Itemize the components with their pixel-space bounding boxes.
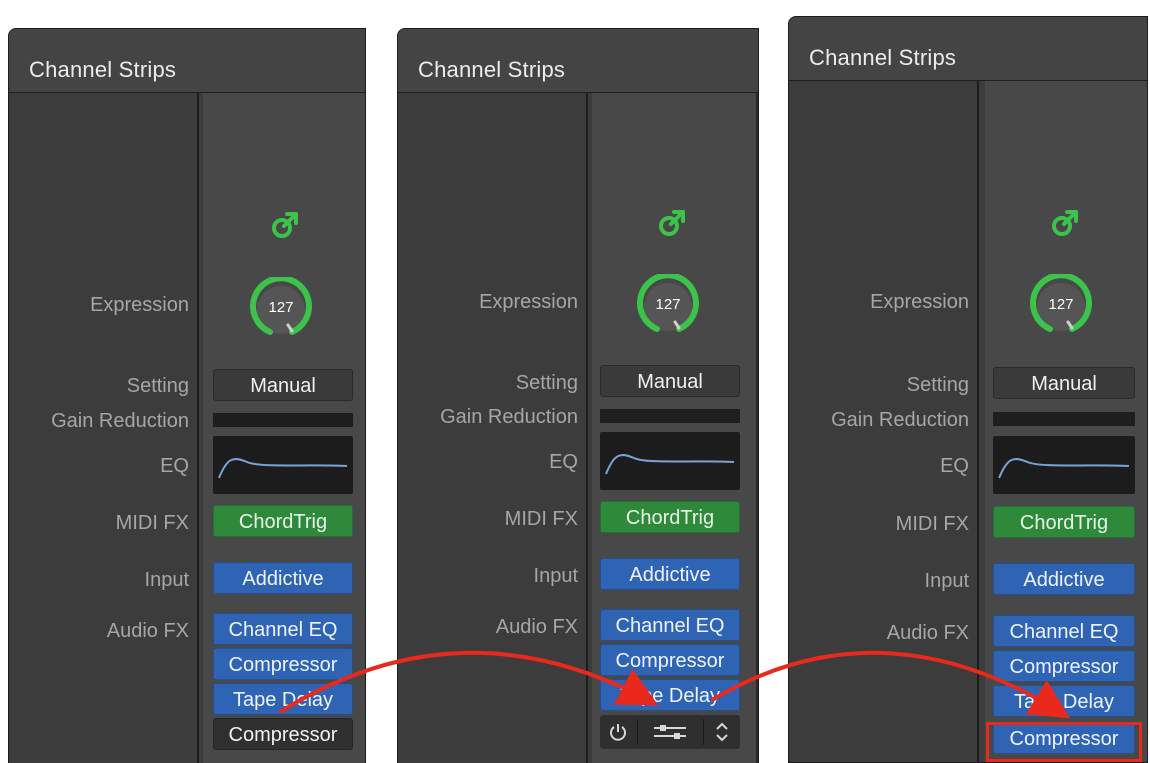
channel-strip: 127 Manual ChordTrig Addictive Channel E… <box>203 93 365 763</box>
label-audio-fx: Audio FX <box>886 622 969 644</box>
label-gain-reduction: Gain Reduction <box>440 406 578 428</box>
channel-strips-panel-3: Channel Strips Expression Setting Gain R… <box>788 16 1148 763</box>
input-slot[interactable]: Addictive <box>213 562 353 594</box>
audio-fx-slot-1[interactable]: Channel EQ <box>993 615 1135 647</box>
label-audio-fx: Audio FX <box>495 616 578 638</box>
label-gain-reduction: Gain Reduction <box>831 409 969 431</box>
label-setting: Setting <box>906 374 969 396</box>
setting-button[interactable]: Manual <box>993 367 1135 399</box>
label-eq: EQ <box>160 455 189 477</box>
channel-strips-panel-1: Channel Strips Expression Setting Gain R… <box>8 28 366 763</box>
label-input: Input <box>533 565 578 587</box>
input-slot[interactable]: Addictive <box>993 563 1135 595</box>
label-midi-fx: MIDI FX <box>504 508 578 530</box>
panel-title-bar: Channel Strips <box>9 29 365 93</box>
dragged-plugin-slot[interactable]: Compressor <box>213 718 353 750</box>
eq-thumbnail[interactable] <box>993 436 1135 494</box>
label-setting: Setting <box>515 372 578 394</box>
midi-fx-slot[interactable]: ChordTrig <box>600 501 740 533</box>
eq-curve <box>605 454 735 475</box>
label-column: Expression Setting Gain Reduction EQ MID… <box>9 93 199 763</box>
setting-button[interactable]: Manual <box>600 365 740 397</box>
input-output-arrow-icon[interactable] <box>654 205 690 241</box>
label-input: Input <box>144 569 189 591</box>
panel-title: Channel Strips <box>29 57 177 82</box>
eq-curve <box>998 458 1129 479</box>
label-setting: Setting <box>126 375 189 397</box>
input-slot[interactable]: Addictive <box>600 558 740 590</box>
up-down-chevron-icon[interactable] <box>704 715 740 749</box>
eq-thumbnail[interactable] <box>600 432 740 490</box>
label-column: Expression Setting Gain Reduction EQ MID… <box>789 81 979 762</box>
expression-value: 127 <box>268 299 294 316</box>
panel-title-bar: Channel Strips <box>789 17 1147 81</box>
midi-fx-slot[interactable]: ChordTrig <box>213 505 353 537</box>
expression-knob[interactable]: 127 <box>635 272 701 340</box>
gain-reduction-meter <box>993 412 1135 426</box>
label-audio-fx: Audio FX <box>106 620 189 642</box>
new-slot-highlight <box>986 722 1142 762</box>
strip-edge <box>756 93 758 763</box>
label-expression: Expression <box>870 291 969 313</box>
input-output-arrow-icon[interactable] <box>267 207 303 243</box>
input-output-arrow-icon[interactable] <box>1047 205 1083 241</box>
label-midi-fx: MIDI FX <box>115 512 189 534</box>
panel-title: Channel Strips <box>809 45 957 70</box>
channel-strip: 127 Manual ChordTrig Addictive Channel E… <box>592 93 756 763</box>
panel-title: Channel Strips <box>418 57 566 82</box>
label-gain-reduction: Gain Reduction <box>51 410 189 432</box>
audio-fx-slot-3[interactable]: Tape Delay <box>993 685 1135 717</box>
setting-button[interactable]: Manual <box>213 369 353 401</box>
eq-curve <box>218 458 348 479</box>
channel-strips-panel-2: Channel Strips Expression Setting Gain R… <box>397 28 759 763</box>
expression-knob[interactable]: 127 <box>248 275 314 343</box>
audio-fx-slot-2[interactable]: Compressor <box>600 644 740 676</box>
audio-fx-slot-1[interactable]: Channel EQ <box>600 609 740 641</box>
label-expression: Expression <box>90 294 189 316</box>
gain-reduction-meter <box>213 413 353 427</box>
label-midi-fx: MIDI FX <box>895 513 969 535</box>
label-column: Expression Setting Gain Reduction EQ MID… <box>398 93 588 763</box>
audio-fx-slot-3[interactable]: Tape Delay <box>600 679 740 711</box>
sliders-icon[interactable] <box>638 715 702 749</box>
eq-thumbnail[interactable] <box>213 436 353 494</box>
audio-fx-slot-3[interactable]: Tape Delay <box>213 683 353 715</box>
plugin-slot-controls <box>600 715 740 749</box>
gain-reduction-meter <box>600 409 740 423</box>
channel-strip: 127 Manual ChordTrig Addictive Channel E… <box>985 81 1147 762</box>
audio-fx-slot-1[interactable]: Channel EQ <box>213 613 353 645</box>
expression-knob[interactable]: 127 <box>1028 272 1094 340</box>
expression-value: 127 <box>1048 296 1074 313</box>
power-icon[interactable] <box>600 715 636 749</box>
audio-fx-slot-2[interactable]: Compressor <box>993 650 1135 682</box>
label-eq: EQ <box>940 455 969 477</box>
panel-title-bar: Channel Strips <box>398 29 758 93</box>
expression-value: 127 <box>655 296 681 313</box>
label-eq: EQ <box>549 451 578 473</box>
midi-fx-slot[interactable]: ChordTrig <box>993 506 1135 538</box>
audio-fx-slot-2[interactable]: Compressor <box>213 648 353 680</box>
label-expression: Expression <box>479 291 578 313</box>
label-input: Input <box>924 570 969 592</box>
